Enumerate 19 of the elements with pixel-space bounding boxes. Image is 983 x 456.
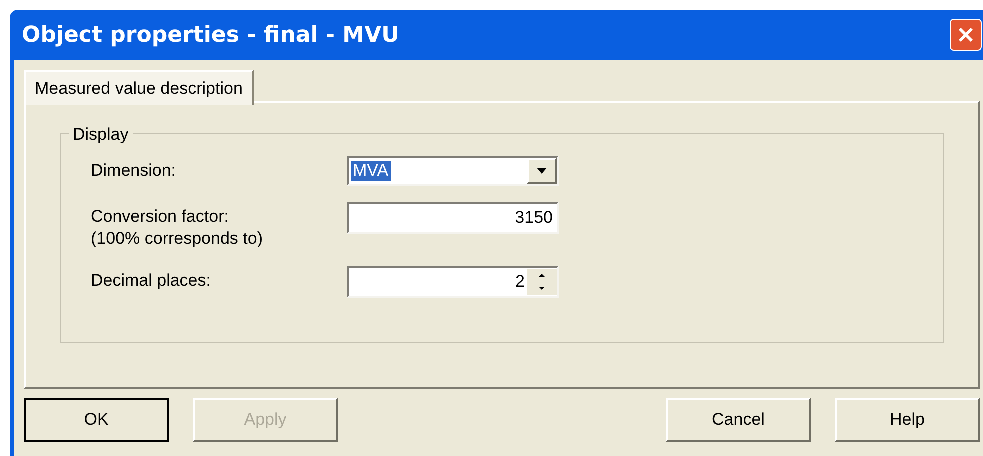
dropdown-field[interactable]: MVA	[347, 156, 559, 186]
tab[interactable]: Measured value description	[24, 70, 254, 105]
caret-icon	[537, 168, 547, 174]
spinner-value[interactable]: 2	[516, 269, 527, 295]
dialog-button[interactable]: OK	[24, 398, 169, 442]
field-value: MVA	[351, 161, 391, 181]
dialog-button[interactable]: Help	[835, 398, 980, 442]
input-field[interactable]: 3150	[347, 202, 559, 234]
window-title: Object properties - final - MVU	[22, 22, 400, 50]
field-label: Decimal places:	[91, 270, 212, 292]
spinner-buttons[interactable]	[527, 269, 557, 295]
dropdown-arrow-button[interactable]	[527, 158, 557, 184]
dialog-button[interactable]: Cancel	[666, 398, 811, 442]
up-arrow-icon	[539, 274, 545, 277]
close-button[interactable]	[950, 19, 982, 51]
down-arrow-icon	[539, 287, 545, 290]
field-label: Conversion factor: (100% corresponds to)	[91, 206, 264, 250]
field-label: Dimension:	[91, 160, 178, 182]
close-icon	[958, 27, 974, 43]
